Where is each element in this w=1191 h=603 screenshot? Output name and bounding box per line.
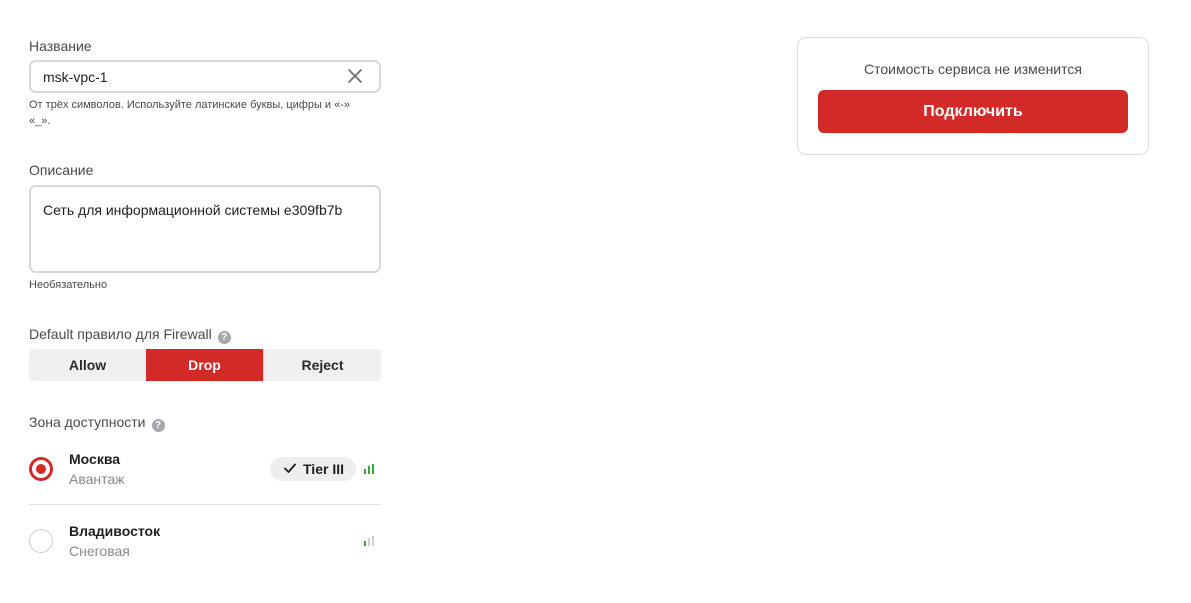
name-label: Название [29, 38, 92, 54]
help-icon[interactable]: ? [217, 331, 231, 344]
name-hint-line-1: От трёх символов. Используйте латинские … [29, 99, 351, 111]
description-label: Описание [29, 162, 94, 178]
zone-label: Зона доступности? [29, 414, 165, 432]
description-textarea[interactable]: Сеть для информационной системы e309fb7b [29, 185, 381, 273]
firewall-label: Default правило для Firewall? [29, 326, 231, 344]
firewall-option-reject[interactable]: Reject [263, 349, 381, 381]
firewall-rule-toggle: Allow Drop Reject [29, 349, 381, 381]
tier-label: Tier III [303, 461, 344, 477]
name-hint: От трёх символов. Используйте латинские … [29, 97, 350, 129]
description-hint: Необязательно [29, 279, 108, 291]
description-value: Сеть для информационной системы e309fb7b [43, 202, 343, 218]
summary-card: Стоимость сервиса не изменится Подключит… [797, 37, 1149, 155]
firewall-label-text: Default правило для Firewall [29, 326, 212, 342]
radio-unselected[interactable] [29, 529, 53, 553]
zone-datacenter: Снеговая [69, 543, 130, 559]
connect-button[interactable]: Подключить [818, 90, 1128, 133]
zone-name: Москва [69, 451, 121, 467]
firewall-option-allow[interactable]: Allow [29, 349, 146, 381]
clear-icon[interactable] [347, 68, 363, 84]
check-icon [284, 463, 296, 473]
firewall-option-drop[interactable]: Drop [146, 349, 263, 381]
signal-strength-icon [364, 536, 374, 546]
signal-strength-icon [364, 464, 374, 474]
radio-selected[interactable] [29, 457, 53, 481]
zone-label-text: Зона доступности [29, 414, 146, 430]
name-hint-line-2: «_». [29, 115, 51, 127]
zone-name: Владивосток [69, 523, 161, 539]
zone-datacenter: Авантаж [69, 471, 125, 487]
name-input[interactable]: msk-vpc-1 [29, 60, 381, 93]
zone-divider [29, 504, 381, 505]
cost-notice: Стоимость сервиса не изменится [864, 61, 1082, 77]
tier-badge: Tier III [270, 457, 356, 481]
help-icon[interactable]: ? [151, 419, 165, 432]
name-input-value: msk-vpc-1 [43, 69, 108, 85]
